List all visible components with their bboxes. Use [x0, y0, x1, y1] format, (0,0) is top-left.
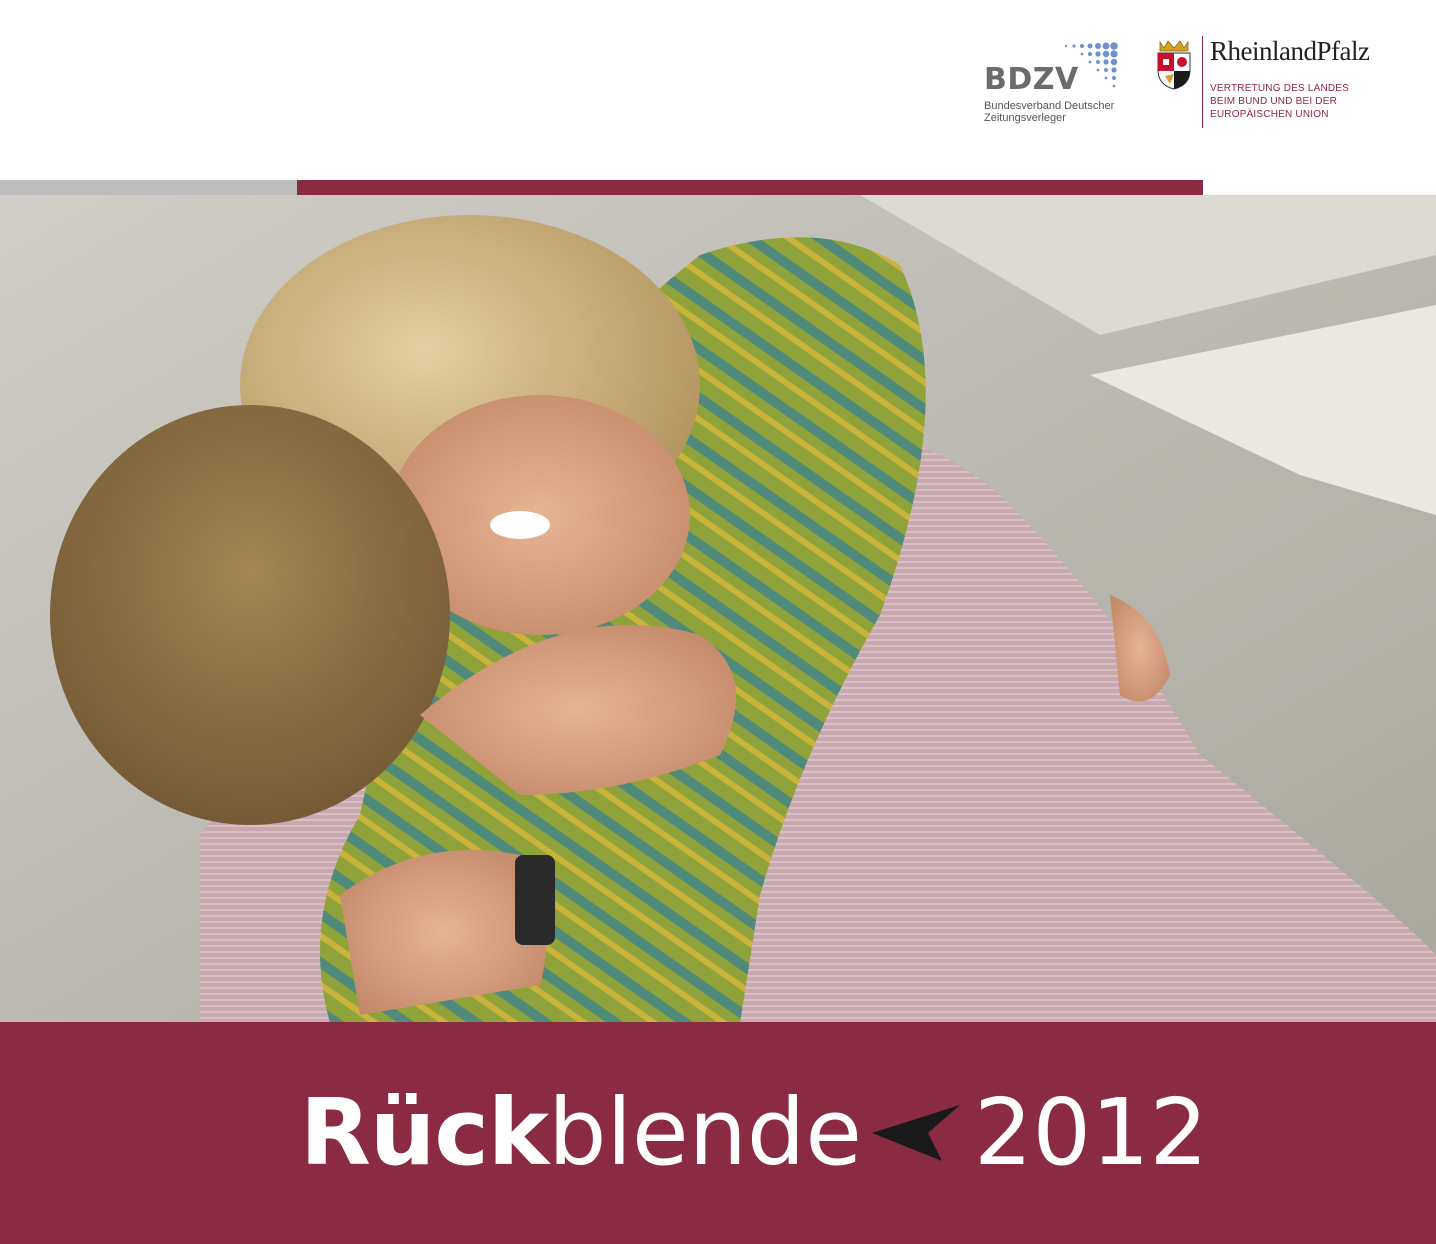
rheinland-pfalz-logo: RheinlandPfalz VERTRETUNG DES LANDES BEI…	[1154, 36, 1404, 132]
header: BDZV Bundesverband Deutscher Zeitungsver…	[0, 0, 1436, 180]
title-bold-part: Rück	[300, 1079, 549, 1186]
bdzv-subtitle-line: Zeitungsverleger	[984, 112, 1066, 124]
rlp-subtitle-line: VERTRETUNG DES LANDES	[1210, 83, 1350, 94]
bdzv-subtitle-line: Bundesverband Deutscher	[984, 100, 1115, 112]
rlp-subtitle-line: EUROPÄISCHEN UNION	[1210, 109, 1329, 120]
accent-bar-grey	[0, 180, 297, 195]
cover-photo	[0, 195, 1436, 1023]
cover-title: Rück blende 2012	[300, 1078, 1208, 1188]
photo-two-women-embracing-icon	[0, 195, 1436, 1023]
rlp-subtitle: VERTRETUNG DES LANDES BEIM BUND UND BEI …	[1210, 82, 1410, 121]
left-arrowhead-icon	[871, 1105, 960, 1161]
title-year: 2012	[973, 1079, 1209, 1186]
rlp-wordmark: RheinlandPfalz	[1210, 36, 1370, 66]
title-band: Rück blende 2012	[0, 1022, 1436, 1244]
title-light-part: blende	[548, 1079, 862, 1186]
bdzv-logo: BDZV Bundesverband Deutscher Zeitungsver…	[984, 38, 1134, 128]
bdzv-subtitle: Bundesverband Deutscher Zeitungsverleger	[984, 100, 1144, 124]
rlp-coat-of-arms-icon	[1157, 40, 1191, 90]
accent-bar-maroon	[297, 180, 1203, 195]
rlp-divider	[1202, 36, 1203, 128]
rlp-subtitle-line: BEIM BUND UND BEI DER	[1210, 96, 1337, 107]
bdzv-wordmark: BDZV	[984, 62, 1079, 97]
